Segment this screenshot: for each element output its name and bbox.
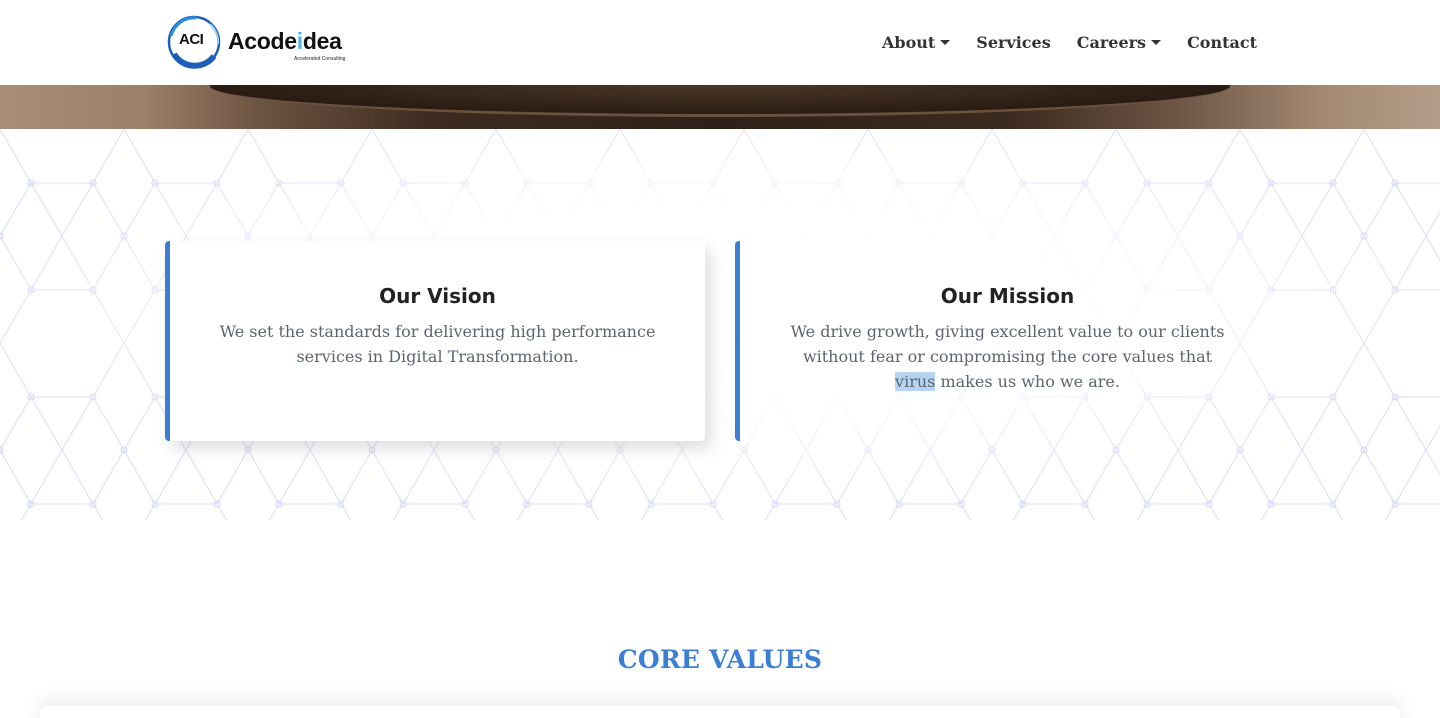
hero-image: [0, 85, 1440, 129]
logo-wordmark: Acodeidea: [228, 28, 342, 55]
vision-text: We set the standards for delivering high…: [219, 322, 656, 366]
nav-item-careers[interactable]: Careers: [1076, 31, 1162, 53]
mission-text: We drive growth, giving excellent value …: [788, 319, 1228, 394]
nav-item-about[interactable]: About: [881, 31, 951, 53]
site-logo[interactable]: ACI Acodeidea Accelerated Consulting: [166, 14, 356, 70]
logo-mark-text: ACI: [179, 31, 204, 48]
hero-image-object: [210, 85, 1230, 117]
mission-text-before: We drive growth, giving excellent value …: [790, 322, 1225, 366]
logo-tagline: Accelerated Consulting: [294, 56, 346, 62]
mission-card: Our Mission We drive growth, giving exce…: [735, 241, 1275, 441]
mission-text-after: makes us who we are.: [935, 372, 1120, 391]
logo-name-part2: dea: [302, 28, 342, 54]
navbar: ACI Acodeidea Accelerated Consulting Abo…: [0, 0, 1440, 85]
nav-item-contact[interactable]: Contact: [1187, 31, 1257, 53]
core-values-heading: CORE VALUES: [617, 645, 823, 674]
core-values-panel: [40, 706, 1400, 718]
vision-title: Our Vision: [379, 284, 496, 308]
nav-item-label: About: [881, 32, 936, 52]
mission-text-selected: virus: [895, 372, 936, 391]
logo-name-part1: Acode: [228, 28, 297, 54]
mission-title: Our Mission: [940, 284, 1075, 308]
vision-card: Our Vision We set the standards for deli…: [165, 241, 705, 441]
caret-down-icon: [940, 39, 951, 45]
nav-item-label: Contact: [1187, 32, 1257, 52]
nav-item-label: Careers: [1076, 32, 1147, 52]
nav-item-services[interactable]: Services: [976, 31, 1050, 53]
main-nav: About Services Careers Contact: [856, 31, 1257, 53]
caret-down-icon: [1151, 39, 1162, 45]
nav-item-label: Services: [976, 32, 1051, 52]
